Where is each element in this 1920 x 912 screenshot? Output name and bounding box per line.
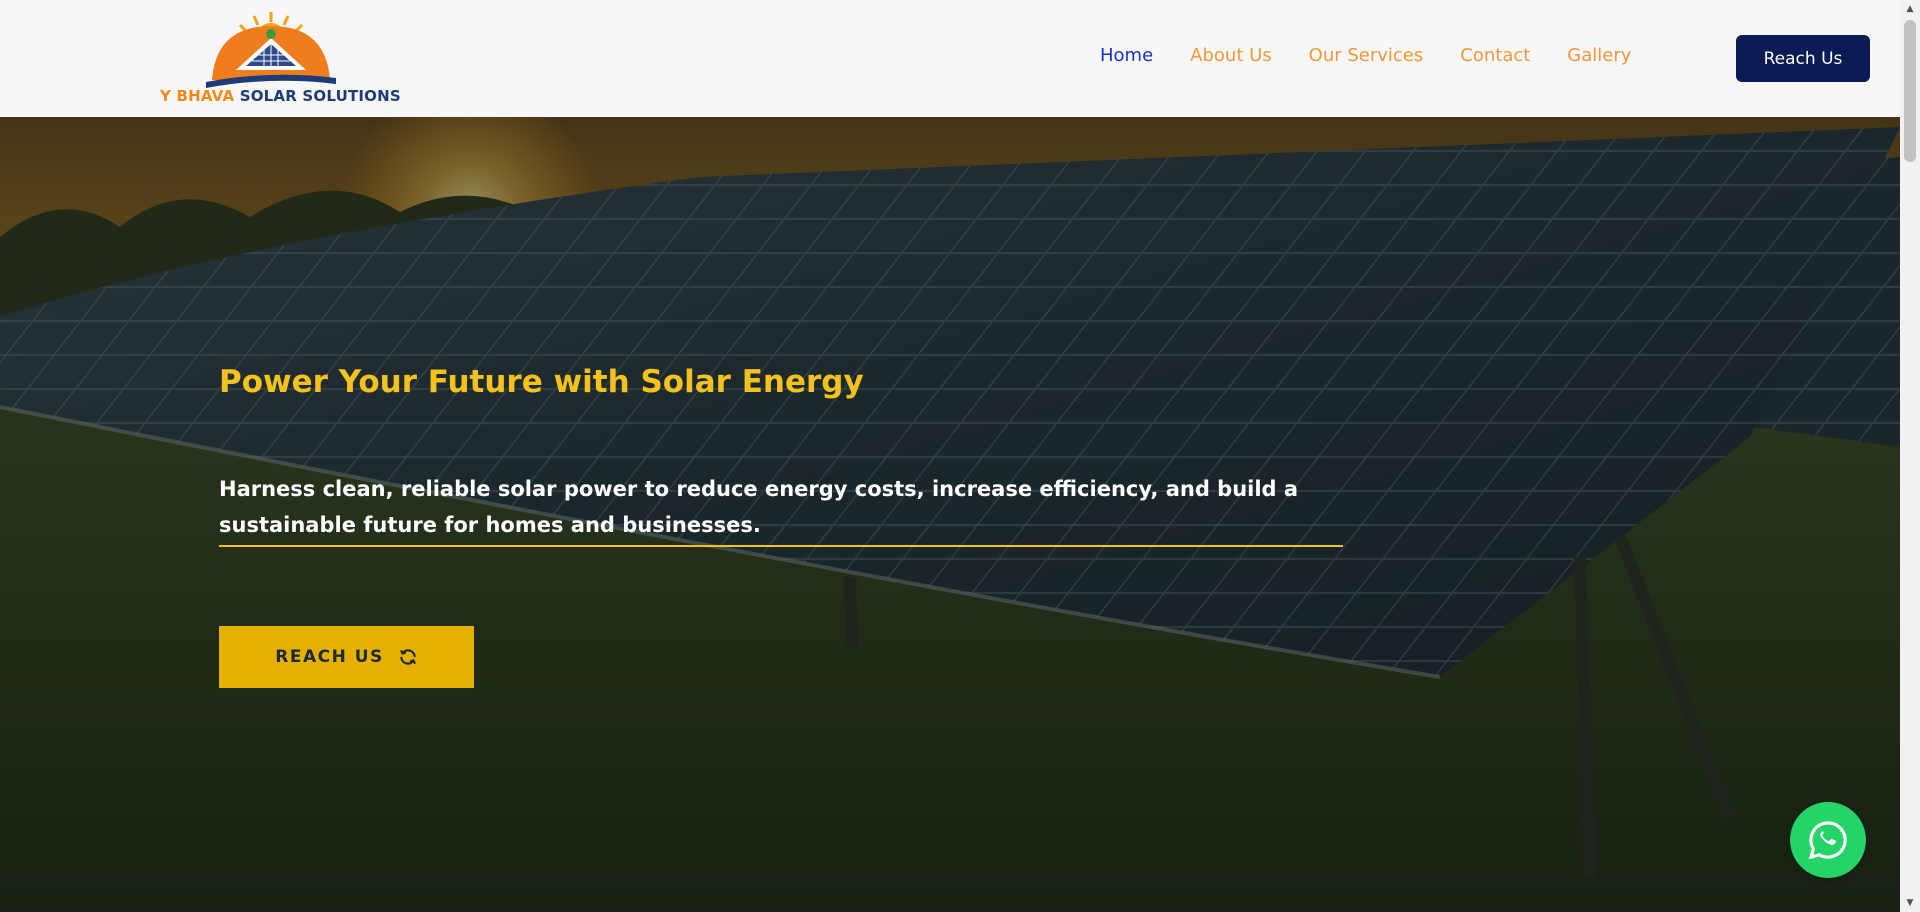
- site-header: Y BHAVA SOLAR SOLUTIONS Home About Us Ou…: [0, 0, 1900, 117]
- scroll-down-arrow-icon[interactable]: ▼: [1900, 894, 1920, 912]
- brand-name-part1: Y BHAVA: [160, 87, 235, 105]
- whatsapp-icon: [1808, 821, 1847, 860]
- main-nav: Home About Us Our Services Contact Galle…: [1100, 45, 1631, 66]
- nav-about-us[interactable]: About Us: [1190, 45, 1272, 66]
- hero-title: Power Your Future with Solar Energy: [219, 364, 864, 400]
- scrollbar-thumb[interactable]: [1904, 20, 1916, 162]
- hero-description: Harness clean, reliable solar power to r…: [219, 471, 1343, 547]
- nav-contact[interactable]: Contact: [1460, 45, 1530, 66]
- nav-gallery[interactable]: Gallery: [1567, 45, 1631, 66]
- nav-home[interactable]: Home: [1100, 45, 1153, 66]
- scroll-up-arrow-icon[interactable]: ▲: [1900, 0, 1920, 18]
- brand-name: Y BHAVA SOLAR SOLUTIONS: [160, 87, 401, 105]
- nav-our-services[interactable]: Our Services: [1309, 45, 1424, 66]
- page-scrollbar[interactable]: ▲ ▼: [1900, 0, 1920, 912]
- whatsapp-button[interactable]: [1790, 802, 1866, 878]
- header-reach-us-button[interactable]: Reach Us: [1736, 35, 1870, 82]
- refresh-icon: [400, 649, 416, 665]
- hero-cta-label: REACH US: [275, 647, 384, 667]
- hero-section: Power Your Future with Solar Energy Harn…: [0, 117, 1900, 912]
- hero-reach-us-button[interactable]: REACH US: [219, 626, 474, 688]
- logo-mark: [206, 12, 336, 88]
- brand-name-part2: SOLAR SOLUTIONS: [239, 87, 401, 105]
- brand-logo[interactable]: Y BHAVA SOLAR SOLUTIONS: [158, 8, 401, 110]
